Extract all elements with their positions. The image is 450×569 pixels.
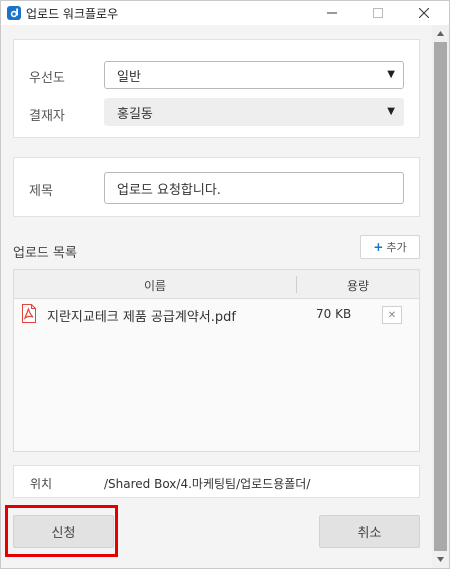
priority-label: 우선도	[29, 71, 65, 86]
minimize-icon	[327, 12, 337, 14]
scroll-down-button[interactable]	[432, 551, 449, 568]
chevron-down-icon	[437, 557, 444, 562]
column-header-size[interactable]: 용량	[297, 277, 419, 294]
scrollbar-thumb[interactable]	[434, 42, 447, 551]
remove-file-button[interactable]: ✕	[382, 306, 402, 324]
window-title: 업로드 워크플로우	[26, 7, 119, 21]
approver-value: 홍길동	[117, 106, 153, 122]
file-size: 70 KB	[316, 307, 352, 321]
column-header-name[interactable]: 이름	[14, 277, 296, 294]
approver-select[interactable]: 홍길동 ▼	[104, 98, 404, 126]
priority-select[interactable]: 일반 ▼	[104, 61, 404, 89]
cancel-button-label: 취소	[357, 526, 382, 541]
file-name: 지란지교테크 제품 공급계약서.pdf	[47, 310, 236, 325]
subject-input[interactable]: 업로드 요청합니다.	[104, 172, 404, 204]
subject-value: 업로드 요청합니다.	[117, 182, 221, 198]
subject-label: 제목	[29, 184, 53, 199]
upload-workflow-window: 업로드 워크플로우 우선도 일반 ▼ 결재자 홍길동 ▼ 제목 업로드 요청합니…	[0, 0, 450, 569]
chevron-down-icon: ▼	[387, 106, 395, 117]
vertical-scrollbar[interactable]	[432, 25, 449, 568]
maximize-button[interactable]	[355, 1, 401, 25]
add-file-button[interactable]: + 추가	[360, 235, 420, 259]
content-area: 우선도 일반 ▼ 결재자 홍길동 ▼ 제목 업로드 요청합니다. 업로드 목록 …	[1, 25, 432, 568]
approver-label: 결재자	[29, 109, 65, 124]
minimize-button[interactable]	[309, 1, 355, 25]
cancel-button[interactable]: 취소	[319, 515, 420, 548]
location-panel: 위치 /Shared Box/4.마케팅팀/업로드용폴더/	[13, 465, 420, 498]
chevron-down-icon: ▼	[387, 69, 395, 80]
cloud-app-icon	[7, 6, 21, 20]
title-bar: 업로드 워크플로우	[1, 1, 449, 25]
pdf-file-icon	[22, 304, 36, 323]
scroll-up-button[interactable]	[432, 25, 449, 42]
file-list-header: 이름 용량	[14, 270, 419, 299]
priority-value: 일반	[117, 69, 141, 85]
close-icon: ✕	[387, 309, 397, 321]
highlight-box	[5, 505, 118, 557]
close-button[interactable]	[401, 1, 447, 25]
location-label: 위치	[30, 477, 53, 491]
add-button-label: 추가	[386, 241, 407, 254]
plus-icon: +	[373, 240, 384, 254]
chevron-up-icon	[437, 31, 444, 36]
location-path: /Shared Box/4.마케팅팀/업로드용폴더/	[104, 477, 311, 491]
maximize-icon	[373, 8, 383, 18]
close-icon	[419, 8, 429, 18]
file-list: 이름 용량 지란지교테크 제품 공급계약서.pdf 70 KB ✕	[13, 269, 420, 452]
file-row[interactable]: 지란지교테크 제품 공급계약서.pdf 70 KB ✕	[14, 300, 419, 330]
upload-list-title: 업로드 목록	[13, 246, 77, 261]
